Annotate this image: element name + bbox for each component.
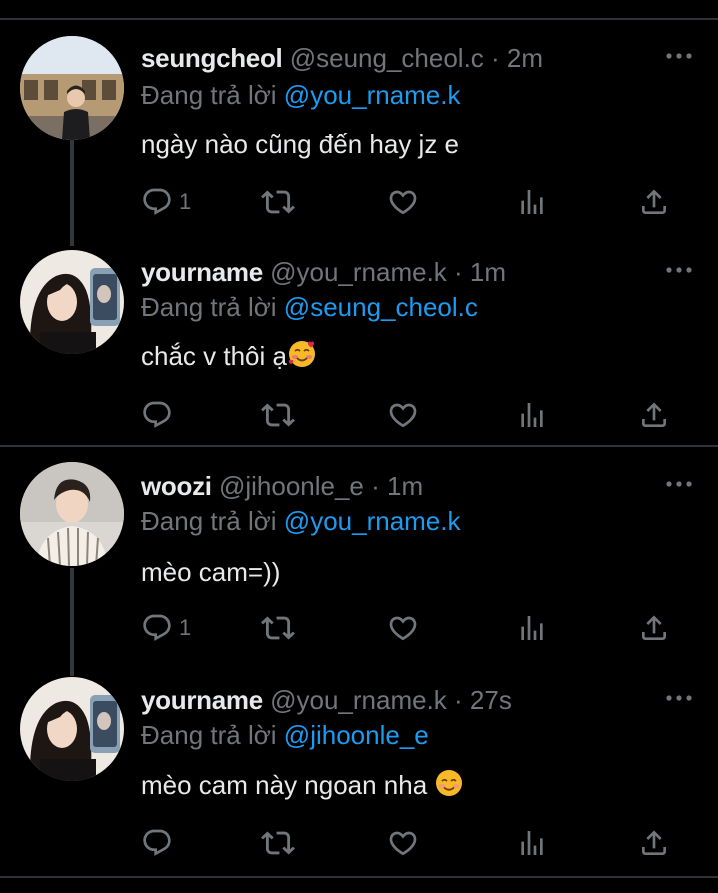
display-name[interactable]: yourname xyxy=(141,257,263,287)
thread-line xyxy=(70,568,74,676)
timestamp[interactable]: · 1m xyxy=(454,257,506,287)
more-icon[interactable] xyxy=(664,474,694,494)
share-button[interactable] xyxy=(638,182,670,222)
like-button[interactable] xyxy=(387,608,419,648)
like-button[interactable] xyxy=(387,182,419,222)
retweet-icon xyxy=(261,190,295,214)
reply-count: 1 xyxy=(179,189,192,214)
views-icon xyxy=(521,616,543,640)
tweet-text: ngày nào cũng đến hay jz e xyxy=(141,129,460,159)
bottom-divider xyxy=(0,876,718,878)
reply-button[interactable]: 1 xyxy=(141,182,191,222)
share-icon xyxy=(642,830,666,855)
replying-to-label: Đang trả lời xyxy=(141,506,277,536)
thread-line xyxy=(70,140,74,246)
top-divider xyxy=(0,18,718,20)
display-name[interactable]: woozi xyxy=(141,471,212,501)
avatar[interactable] xyxy=(20,36,124,140)
reply-icon xyxy=(143,401,171,428)
views-button[interactable] xyxy=(516,823,548,863)
timestamp[interactable]: · 27s xyxy=(454,685,512,715)
reply-button[interactable] xyxy=(141,395,179,435)
handle[interactable]: @seung_cheol.c xyxy=(290,43,484,73)
more-icon[interactable] xyxy=(664,688,694,708)
handle[interactable]: @you_rname.k xyxy=(270,685,447,715)
replying-to: Đang trả lời @seung_cheol.c xyxy=(141,291,478,323)
more-icon[interactable] xyxy=(664,260,694,280)
timestamp[interactable]: · 1m xyxy=(371,471,423,501)
tweet-text-wrap: chắc v thôi ạ xyxy=(141,339,317,377)
reply-button[interactable] xyxy=(141,823,179,863)
views-icon xyxy=(521,403,543,427)
mention-link[interactable]: @you_rname.k xyxy=(284,506,461,536)
like-button[interactable] xyxy=(387,823,419,863)
mention-link[interactable]: @jihoonle_e xyxy=(284,720,429,750)
share-button[interactable] xyxy=(638,823,670,863)
retweet-icon xyxy=(261,403,295,427)
avatar[interactable] xyxy=(20,250,124,354)
replying-to: Đang trả lời @jihoonle_e xyxy=(141,719,429,751)
heart-icon xyxy=(389,403,417,428)
reply-icon xyxy=(143,614,171,641)
share-icon xyxy=(642,189,666,214)
retweet-icon xyxy=(261,831,295,855)
replying-to: Đang trả lời @you_rname.k xyxy=(141,79,461,111)
tweet-text: mèo cam này ngoan nha xyxy=(141,770,428,800)
mention-link[interactable]: @you_rname.k xyxy=(284,80,461,110)
avatar[interactable] xyxy=(20,462,124,566)
views-button[interactable] xyxy=(516,608,548,648)
replying-to-label: Đang trả lời xyxy=(141,292,277,322)
heart-icon xyxy=(389,831,417,856)
tweet-text: chắc v thôi ạ xyxy=(141,341,287,371)
reply-count: 1 xyxy=(179,615,192,640)
views-icon xyxy=(521,190,543,214)
share-button[interactable] xyxy=(638,608,670,648)
retweet-button[interactable] xyxy=(261,182,295,222)
display-name[interactable]: seungcheol xyxy=(141,43,283,73)
action-bar: 1 xyxy=(141,608,681,648)
retweet-button[interactable] xyxy=(261,823,295,863)
reply-button[interactable]: 1 xyxy=(141,608,191,648)
mention-link[interactable]: @seung_cheol.c xyxy=(284,292,478,322)
tweet-text-wrap: mèo cam này ngoan nha xyxy=(141,768,464,806)
retweet-button[interactable] xyxy=(261,608,295,648)
replying-to-label: Đang trả lời xyxy=(141,720,277,750)
retweet-icon xyxy=(261,616,295,640)
share-icon xyxy=(642,615,666,640)
views-button[interactable] xyxy=(516,395,548,435)
handle[interactable]: @you_rname.k xyxy=(270,257,447,287)
smiling-face-with-hearts-emoji xyxy=(287,339,317,377)
conversation-divider xyxy=(0,445,718,447)
share-icon xyxy=(642,402,666,427)
heart-icon xyxy=(389,616,417,641)
handle[interactable]: @jihoonle_e xyxy=(219,471,364,501)
reply-icon xyxy=(143,188,171,215)
replying-to: Đang trả lời @you_rname.k xyxy=(141,505,461,537)
share-button[interactable] xyxy=(638,395,670,435)
smiling-face-emoji xyxy=(434,768,464,806)
replying-to-label: Đang trả lời xyxy=(141,80,277,110)
display-name[interactable]: yourname xyxy=(141,685,263,715)
reply-icon xyxy=(143,829,171,856)
action-bar xyxy=(141,395,681,435)
heart-icon xyxy=(389,190,417,215)
more-icon[interactable] xyxy=(664,46,694,66)
action-bar xyxy=(141,823,681,863)
like-button[interactable] xyxy=(387,395,419,435)
views-button[interactable] xyxy=(516,182,548,222)
tweet-text: mèo cam=)) xyxy=(141,557,281,587)
action-bar: 1 xyxy=(141,182,681,222)
retweet-button[interactable] xyxy=(261,395,295,435)
views-icon xyxy=(521,831,543,855)
avatar[interactable] xyxy=(20,677,124,781)
timestamp[interactable]: · 2m xyxy=(491,43,543,73)
